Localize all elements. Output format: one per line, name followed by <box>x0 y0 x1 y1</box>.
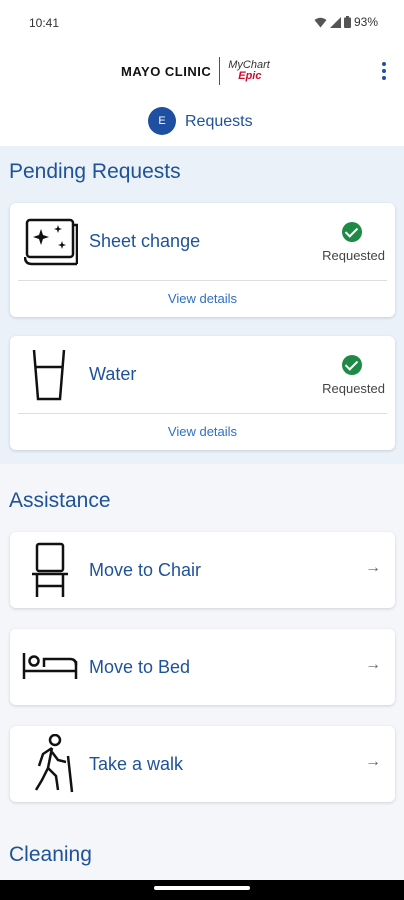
avatar[interactable]: E <box>148 107 176 135</box>
status-time: 10:41 <box>29 16 60 30</box>
bed-icon <box>22 653 78 679</box>
status-icons: 93% <box>314 15 378 29</box>
arrow-right-icon: → <box>365 656 381 673</box>
assistance-card-take-a-walk[interactable]: Take a walk → <box>10 726 395 802</box>
chair-icon <box>32 542 68 597</box>
cleaning-heading: Cleaning <box>9 843 92 866</box>
walking-person-icon <box>34 734 74 793</box>
card-divider <box>18 280 387 281</box>
epic-logo-text: Epic <box>238 70 262 82</box>
pending-requests-heading: Pending Requests <box>9 160 181 183</box>
brand-logo: MAYO CLINIC MyChart Epic <box>121 56 270 86</box>
assistance-card-move-to-bed[interactable]: Move to Bed → <box>10 629 395 705</box>
request-card-water[interactable]: Water Requested View details <box>10 336 395 450</box>
assistance-card-move-to-chair[interactable]: Move to Chair → <box>10 532 395 608</box>
requested-check-icon <box>342 222 362 242</box>
sheet-change-label: Sheet change <box>89 231 201 251</box>
assistance-heading: Assistance <box>9 489 111 512</box>
water-view-details-link[interactable]: View details <box>10 424 395 439</box>
battery-percent: 93% <box>353 15 378 29</box>
water-glass-icon <box>32 349 66 401</box>
water-status: Requested <box>322 381 385 396</box>
mychart-epic-logo: MyChart Epic <box>228 60 270 82</box>
card-divider <box>18 413 387 414</box>
kebab-menu-icon[interactable] <box>380 62 388 80</box>
sheet-change-view-details-link[interactable]: View details <box>10 291 395 306</box>
move-to-bed-label: Move to Bed <box>89 657 191 677</box>
arrow-right-icon: → <box>365 559 381 576</box>
home-gesture-handle[interactable] <box>154 886 250 890</box>
page-title: Requests <box>185 113 253 130</box>
battery-icon <box>343 16 351 28</box>
navigation-bar <box>0 880 404 900</box>
status-bar: 10:41 93% <box>0 0 404 44</box>
sheet-change-status: Requested <box>322 248 385 263</box>
wifi-icon <box>314 17 327 27</box>
mayo-clinic-logo: MAYO CLINIC <box>121 63 212 79</box>
brand-divider <box>219 57 221 85</box>
request-card-sheet-change[interactable]: Sheet change Requested View details <box>10 203 395 317</box>
app-header: MAYO CLINIC MyChart Epic E Requests <box>0 44 404 146</box>
sheet-change-icon <box>24 218 78 266</box>
water-label: Water <box>89 364 137 384</box>
requested-check-icon <box>342 355 362 375</box>
arrow-right-icon: → <box>365 753 381 770</box>
take-a-walk-label: Take a walk <box>89 754 184 774</box>
signal-icon <box>329 16 341 28</box>
move-to-chair-label: Move to Chair <box>89 560 202 580</box>
